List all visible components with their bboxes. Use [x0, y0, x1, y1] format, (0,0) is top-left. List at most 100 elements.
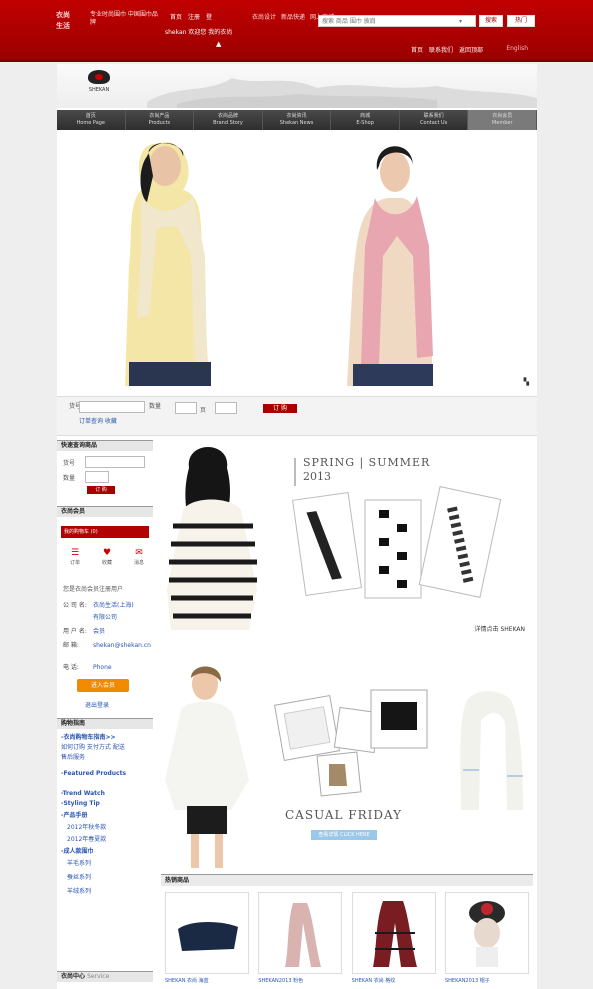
quantity-input[interactable] [175, 402, 197, 414]
nav-item-shop[interactable]: 商城 E-Shop [331, 110, 400, 130]
top-nav: 首页 注册 登 [170, 12, 212, 21]
nav-sub: Brand Story [213, 120, 243, 126]
product-card[interactable]: SHEKAN2013 帽子 [444, 892, 529, 988]
guide-link[interactable]: 售后服务 [61, 752, 85, 761]
item-number-input[interactable] [79, 401, 145, 413]
guide-link[interactable]: 羊绒系列 [67, 886, 91, 895]
top-nav-link[interactable]: 首页 [170, 12, 182, 21]
page-container: SHEKAN 首页 Home Page 衣尚产品 Products 衣尚品牌 Bran… [57, 64, 538, 989]
guide-heading: 购物指南 [57, 718, 153, 729]
favorites-icon[interactable]: ♥ 收藏 [97, 548, 117, 568]
product-caption[interactable]: SHEKAN2013 帽子 [445, 977, 529, 984]
nav-sub: Home Page [76, 120, 106, 126]
nav-label: 衣尚会员 [492, 113, 513, 119]
guide-link[interactable]: -成人款围巾 [61, 846, 94, 855]
casual-friday-title: CASUAL FRIDAY [285, 808, 403, 822]
product-card[interactable]: SHEKAN2013 粉色 [258, 892, 343, 988]
guide-link[interactable]: 蚕丝系列 [67, 872, 91, 881]
top-nav-link[interactable]: 登 [206, 12, 212, 21]
top-header: 衣尚 生活 专业时尚围巾 中国围巾品牌 首页 注册 登 衣尚设计 新品快递 网上… [0, 0, 593, 62]
quick-search-heading: 快速查询商品 [57, 440, 153, 451]
nav-item-member[interactable]: 衣尚会员 Member [468, 110, 538, 130]
promo-spring-summer[interactable]: SPRING | SUMMER 2013 详情点击 SHEKAN [161, 440, 533, 640]
nav-item-products[interactable]: 衣尚产品 Products [126, 110, 195, 130]
nav-label: 联系我们 [423, 113, 444, 119]
quick-label-qty: 数量 [149, 403, 162, 410]
nav-item-brand[interactable]: 衣尚品牌 Brand Story [194, 110, 263, 130]
sidebar-label-qty: 数量 [63, 475, 76, 482]
top-nav-link[interactable]: 新品快递 [281, 12, 305, 21]
user-greeting[interactable]: shekan 欢迎您 我的衣尚 [165, 27, 232, 36]
spring-summer-title: SPRING | SUMMER [303, 456, 431, 469]
product-card[interactable]: SHEKAN 衣尚 海蓝 [165, 892, 249, 988]
service-heading: 衣尚中心 Service [57, 971, 153, 982]
quick-order-button[interactable]: 订 购 [263, 404, 297, 413]
header-link[interactable]: 首页 [411, 45, 423, 54]
messages-icon[interactable]: ✉ 消息 [129, 548, 149, 568]
product-image[interactable] [165, 892, 249, 974]
guide-link[interactable]: -Featured Products [61, 770, 126, 777]
product-image[interactable] [258, 892, 343, 974]
logout-link[interactable]: 退出登录 [85, 700, 109, 709]
header-link[interactable]: 返回顶部 [459, 45, 483, 54]
product-image[interactable] [444, 892, 529, 974]
mountain-decoration [147, 78, 537, 108]
sidebar-item-input[interactable] [85, 456, 145, 468]
sidebar-qty-input[interactable] [85, 471, 109, 483]
guide-link[interactable]: -产品手册 [61, 810, 88, 819]
nav-item-home[interactable]: 首页 Home Page [57, 110, 126, 130]
quick-order-bar: 货号 数量 页 订单查询 收藏 订 购 [57, 396, 537, 436]
spring-summer-link[interactable]: 详情点击 SHEKAN [475, 624, 525, 633]
member-heading: 衣尚会员 [57, 506, 153, 517]
nav-label: 商城 [360, 113, 371, 119]
guide-link[interactable]: 羊毛系列 [67, 858, 91, 867]
nav-label: 衣尚资讯 [286, 113, 307, 119]
guide-link[interactable]: 如何订购 支付方式 配送 [61, 742, 125, 751]
header-link[interactable]: 联系我们 [429, 45, 453, 54]
slideshow-control-icon[interactable]: ▚ [524, 378, 529, 386]
nav-item-news[interactable]: 衣尚资讯 Shekan News [263, 110, 332, 130]
page-input[interactable] [215, 402, 237, 414]
guide-link[interactable]: -衣尚购物车指南>> [61, 732, 116, 741]
left-sidebar: 快速查询商品 货号 数量 订 购 衣尚会员 我的购物车 (0) ☰ 订单 ♥ 收藏 … [57, 440, 153, 989]
promo-casual-friday[interactable]: CASUAL FRIDAY 查看详情 CLICK HERE [161, 660, 533, 872]
member-status-text: 您是衣尚会员注册用户 [63, 586, 124, 593]
search-button[interactable]: 搜索 [479, 15, 503, 27]
search-input[interactable] [319, 16, 459, 26]
member-enter-button[interactable]: 进入会员 [77, 679, 129, 692]
language-switch[interactable]: English [506, 45, 528, 52]
orders-icon[interactable]: ☰ 订单 [65, 548, 85, 568]
guide-link[interactable]: -Trend Watch [61, 790, 105, 797]
casual-friday-illustration [165, 666, 523, 868]
product-caption[interactable]: SHEKAN2013 粉色 [258, 977, 342, 984]
member-info-row: 有限公司 [93, 614, 118, 621]
top-nav-link[interactable]: 衣尚设计 [252, 12, 276, 21]
product-card[interactable]: SHEKAN 衣尚 格纹 [351, 892, 436, 988]
brand-banner: SHEKAN [57, 64, 537, 108]
product-caption[interactable]: SHEKAN 衣尚 海蓝 [165, 977, 249, 984]
nav-sub: E-Shop [356, 120, 374, 126]
sidebar-order-button[interactable]: 订 购 [87, 486, 115, 494]
search-box: ▾ [318, 15, 476, 27]
site-logo[interactable]: 衣尚 生活 [56, 10, 78, 32]
hero-models-illustration [125, 142, 433, 386]
nav-item-contact[interactable]: 联系我们 Contact Us [400, 110, 469, 130]
product-caption[interactable]: SHEKAN 衣尚 格纹 [352, 977, 436, 984]
product-image[interactable] [351, 892, 436, 974]
guide-link[interactable]: -Styling Tip [61, 800, 100, 807]
nav-label: 衣尚品牌 [217, 113, 238, 119]
hot-products-list: SHEKAN 衣尚 海蓝 SHEKAN2013 粉色 SHEKAN 衣尚 格纹 … [161, 888, 533, 989]
nav-label: 衣尚产品 [149, 113, 170, 119]
top-nav-link[interactable]: 注册 [188, 12, 200, 21]
cart-banner[interactable]: 我的购物车 (0) [61, 526, 149, 538]
member-info-row: 电 话: Phone [63, 664, 112, 671]
guide-link[interactable]: 2012年春夏款 [67, 834, 106, 843]
hero-banner[interactable]: ▚ [57, 136, 537, 392]
sidebar-label-itemno: 货号 [63, 460, 76, 467]
order-query-link[interactable]: 订单查询 收藏 [79, 416, 117, 425]
hot-button[interactable]: 热门 [507, 15, 535, 27]
chevron-down-icon[interactable]: ▾ [459, 18, 464, 25]
guide-link[interactable]: 2012年秋冬款 [67, 822, 106, 831]
casual-friday-button[interactable]: 查看详情 CLICK HERE [311, 830, 377, 840]
site-tagline: 专业时尚围巾 中国围巾品牌 [90, 11, 158, 26]
